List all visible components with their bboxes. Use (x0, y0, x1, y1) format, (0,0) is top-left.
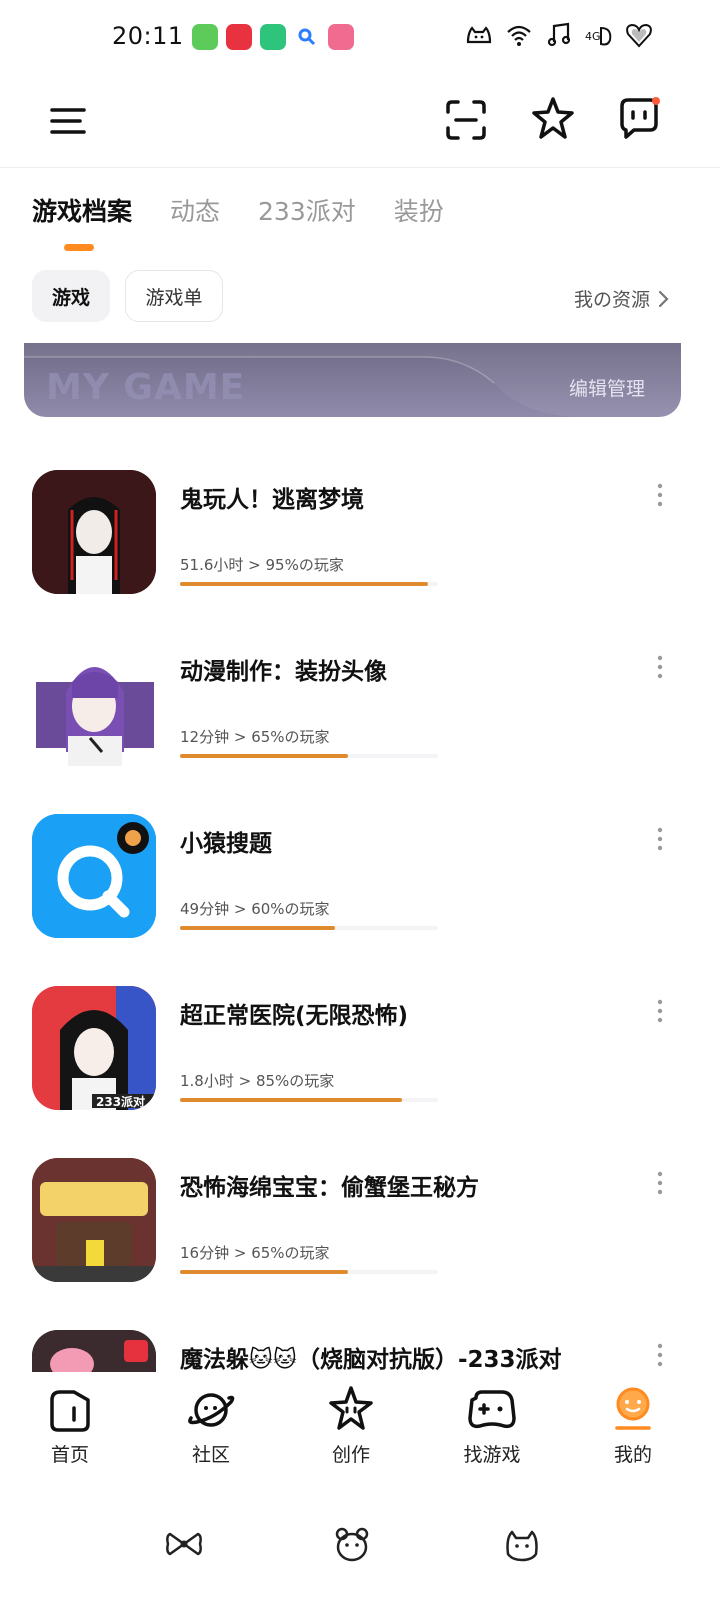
notification-dot (652, 97, 660, 105)
playtime-progress-fill (180, 926, 335, 930)
edit-manage-button[interactable]: 编辑管理 (569, 374, 645, 401)
more-options-icon[interactable] (652, 1170, 668, 1196)
planet-icon (188, 1393, 235, 1427)
playtime-progress-fill (180, 1098, 402, 1102)
game-item[interactable]: 233派对 超正常医院(无限恐怖) 1.8小时 > 85%の玩家 (0, 986, 720, 1126)
playtime-progress-track (180, 582, 438, 586)
game-icon-magic-hide (32, 1330, 156, 1372)
nav-home[interactable]: 首页 (10, 1372, 130, 1467)
more-options-icon[interactable] (652, 654, 668, 680)
playtime-progress-track (180, 1270, 438, 1274)
game-icon-abnormal-hospital: 233派对 (32, 986, 156, 1110)
signal-icon: 4G (585, 26, 612, 46)
game-icon-anime-maker (32, 642, 156, 766)
game-stats: 1.8小时 > 85%の玩家 (180, 1072, 335, 1090)
nav-label: 找游戏 (463, 1444, 521, 1466)
game-icon-spongebob-horror (32, 1158, 156, 1282)
game-stats: 12分钟 > 65%の玩家 (180, 728, 330, 746)
gamepad-icon (468, 1390, 516, 1429)
game-name: 超正常医院(无限恐怖) (180, 1003, 409, 1029)
cat-icon (466, 26, 492, 44)
game-name: 动漫制作：装扮头像 (180, 659, 387, 685)
wifi-icon (507, 25, 531, 46)
bow-icon[interactable] (164, 1524, 204, 1564)
game-item[interactable]: 魔法躲🐱🐱（烧脑对抗版）-233派对 (0, 1330, 720, 1372)
chip-games[interactable]: 游戏 (32, 270, 110, 322)
top-bar (0, 80, 720, 168)
nav-community[interactable]: 社区 (151, 1372, 271, 1467)
cat-face-icon[interactable] (502, 1524, 542, 1564)
search-app-icon (294, 24, 320, 50)
playtime-progress-fill (180, 754, 348, 758)
music-note-icon (547, 22, 571, 47)
menu-icon[interactable] (50, 102, 90, 142)
tab-activity[interactable]: 动态 (170, 192, 220, 228)
svg-text:233派对: 233派对 (96, 1094, 145, 1109)
playtime-progress-fill (180, 1270, 348, 1274)
bottom-nav: 首页 社区 创作 找游戏 我的 (0, 1372, 720, 1502)
bear-icon[interactable] (332, 1524, 372, 1564)
playtime-progress-track (180, 926, 438, 930)
tab-dress-up[interactable]: 装扮 (394, 192, 444, 228)
status-bar: 20:11 4G (0, 0, 720, 76)
star-icon[interactable] (528, 94, 578, 144)
home-icon (50, 1390, 90, 1432)
my-resources-link[interactable]: 我の资源 (574, 285, 670, 312)
more-options-icon[interactable] (652, 826, 668, 852)
playtime-progress-track (180, 754, 438, 758)
chip-game-list[interactable]: 游戏单 (125, 270, 223, 322)
heart-battery-icon (626, 23, 652, 48)
nav-create[interactable]: 创作 (291, 1372, 411, 1467)
chevron-right-icon (658, 290, 669, 307)
nav-label: 我的 (613, 1444, 652, 1466)
game-name: 魔法躲🐱🐱（烧脑对抗版）-233派对 (180, 1347, 562, 1372)
playtime-progress-fill (180, 582, 428, 586)
tab-game-archive[interactable]: 游戏档案 (32, 192, 132, 228)
game-item[interactable]: 恐怖海绵宝宝：偷蟹堡王秘方 16分钟 > 65%の玩家 (0, 1158, 720, 1298)
game-item[interactable]: 鬼玩人！逃离梦境 51.6小时 > 95%の玩家 (0, 470, 720, 610)
playtime-progress-track (180, 1098, 438, 1102)
game-name: 小猿搜题 (180, 831, 272, 857)
scan-icon[interactable] (444, 98, 488, 142)
svg-text:4G: 4G (585, 30, 601, 43)
nav-find-games[interactable]: 找游戏 (432, 1372, 552, 1467)
game-item[interactable]: 动漫制作：装扮头像 12分钟 > 65%の玩家 (0, 642, 720, 782)
tab-233-party[interactable]: 233派对 (258, 192, 356, 228)
system-navigation-bar (0, 1502, 720, 1604)
music-app-icon (226, 24, 252, 50)
message-icon[interactable] (614, 94, 664, 144)
profile-icon (615, 1387, 651, 1430)
nav-label: 创作 (331, 1444, 370, 1466)
star-icon (329, 1386, 373, 1430)
game-name: 恐怖海绵宝宝：偷蟹堡王秘方 (180, 1175, 479, 1201)
more-options-icon[interactable] (652, 998, 668, 1024)
banner-title: MY GAME (46, 367, 246, 408)
game-icon-ghost-player (32, 470, 156, 594)
status-time: 20:11 (112, 22, 184, 50)
game-item[interactable]: 小猿搜题 49分钟 > 60%の玩家 (0, 814, 720, 954)
tab-indicator (64, 244, 94, 251)
profile-tabs: 游戏档案 动态 233派对 装扮 (32, 192, 482, 228)
more-options-icon[interactable] (652, 482, 668, 508)
game-stats: 16分钟 > 65%の玩家 (180, 1244, 330, 1262)
game-name: 鬼玩人！逃离梦境 (180, 487, 364, 513)
nav-label: 社区 (191, 1444, 230, 1466)
game-icon-xiaoyuan-search (32, 814, 156, 938)
my-resources-label: 我の资源 (573, 289, 650, 311)
pink-app-icon (328, 24, 354, 50)
more-options-icon[interactable] (652, 1342, 668, 1368)
nav-me[interactable]: 我的 (573, 1372, 693, 1467)
my-game-banner: MY GAME 编辑管理 (24, 343, 681, 417)
app-notification-icon (192, 24, 218, 50)
game-stats: 51.6小时 > 95%の玩家 (180, 556, 344, 574)
nav-label: 首页 (50, 1444, 89, 1466)
battery-app-icon (260, 24, 286, 50)
game-stats: 49分钟 > 60%の玩家 (180, 900, 330, 918)
